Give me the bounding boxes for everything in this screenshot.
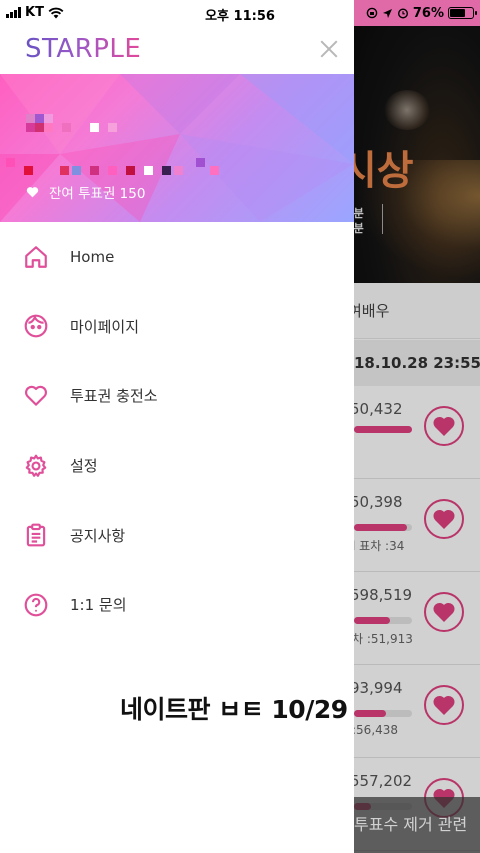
menu-item-label: 공지사항 (70, 526, 126, 545)
battery-icon (448, 7, 477, 19)
menu-item-label: 마이페이지 (70, 317, 140, 336)
rotation-lock-icon (366, 7, 378, 19)
profile-banner: 잔여 투표권 150 (0, 74, 354, 222)
vote-balance: 잔여 투표권 150 (26, 182, 145, 202)
home-icon (23, 244, 49, 270)
close-button[interactable] (318, 38, 340, 60)
menu-item-label: 투표권 충전소 (70, 387, 158, 406)
alarm-icon (397, 8, 408, 19)
menu-item-clipboard[interactable]: 공지사항 (0, 500, 354, 570)
menu-item-home[interactable]: Home (0, 222, 354, 292)
question-circle-icon (23, 592, 49, 618)
heart-outline-icon (23, 383, 49, 409)
gear-icon (23, 453, 49, 479)
location-icon (382, 8, 392, 18)
menu-item-heart[interactable]: 투표권 충전소 (0, 361, 354, 431)
menu-item-face[interactable]: 마이페이지 (0, 292, 354, 362)
menu-item-question-circle[interactable]: 1:1 문의 (0, 570, 354, 640)
app-logo: STARPLE (25, 34, 142, 64)
clipboard-icon (23, 522, 49, 548)
overlay-caption: 네이트판 ㅂㅌ 10/29 (120, 695, 348, 724)
heart-icon (26, 187, 39, 198)
menu-item-gear[interactable]: 설정 (0, 431, 354, 501)
drawer-menu: Home 마이페이지투표권 충전소설정공지사항 1:1 문의 (0, 222, 354, 640)
menu-item-label: Home (70, 247, 115, 266)
drawer-header: STARPLE (0, 26, 354, 74)
menu-item-label: 1:1 문의 (70, 596, 127, 615)
status-bar: KT 오후 11:56 76% (0, 0, 480, 26)
menu-item-label: 설정 (70, 457, 98, 476)
face-icon (23, 313, 49, 339)
battery-percent: 76% (412, 5, 444, 21)
vote-balance-label: 잔여 투표권 150 (49, 186, 146, 202)
